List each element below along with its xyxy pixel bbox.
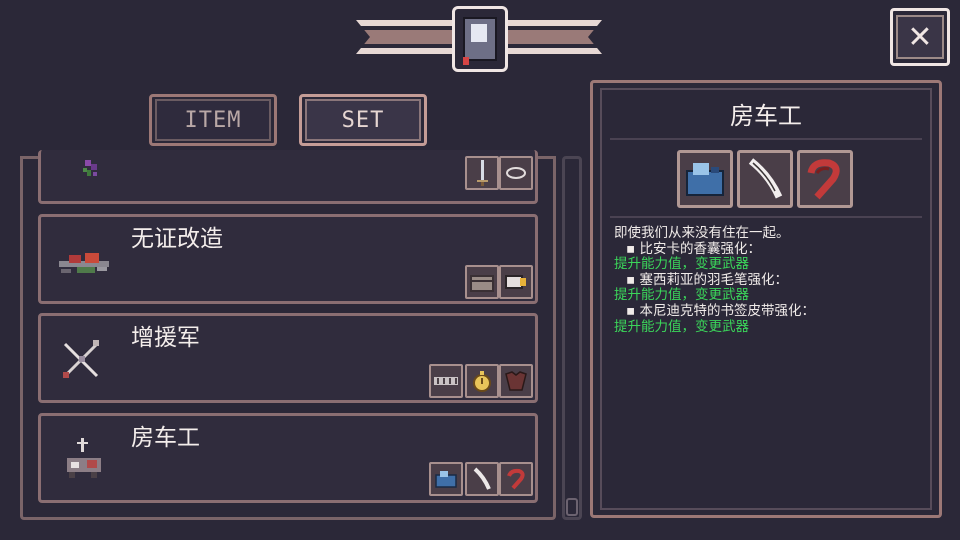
set-name: 增援军 <box>131 325 200 351</box>
sachet-icon[interactable] <box>677 150 733 208</box>
set-effect-description: 即使我们从来没有住在一起。 ▪ 比安卡的香囊强化： 提升能力值，变更武器 ▪ 塞… <box>614 225 924 335</box>
crossed-arrows-set-icon <box>57 336 109 382</box>
detail-set-title: 房车工 <box>730 102 802 130</box>
armor-icon <box>499 364 533 398</box>
pocket-watch-icon <box>465 364 499 398</box>
feather-quill-icon <box>465 462 499 496</box>
ammo-belt-icon <box>429 364 463 398</box>
tab-set[interactable]: SET <box>299 94 427 146</box>
set-card-flower-vine[interactable] <box>38 150 538 204</box>
banner-left-ribbon <box>356 20 452 54</box>
banner-right-ribbon <box>508 20 602 54</box>
close-x-icon: ✕ <box>896 15 944 59</box>
bonus-effect: 提升能力值，变更武器 <box>614 287 749 304</box>
bracelet-icon <box>499 156 533 190</box>
bonus-effect: 提升能力值，变更武器 <box>614 318 749 335</box>
set-card-reinforcements[interactable]: 增援军 <box>38 313 538 403</box>
chest-icon <box>465 265 499 299</box>
close-button[interactable]: ✕ <box>890 8 950 66</box>
sachet-icon <box>429 462 463 496</box>
bookmark-ribbon-icon[interactable] <box>797 150 853 208</box>
sword-icon <box>465 156 499 190</box>
bonus-line: ▪ 塞西莉亚的羽毛笔强化： <box>626 271 788 288</box>
set-card-caravan-crew[interactable]: 房车工 <box>38 413 538 503</box>
feather-quill-icon[interactable] <box>737 150 793 208</box>
bonus-effect: 提升能力值，变更武器 <box>614 256 749 273</box>
scrollbar-track[interactable] <box>562 156 582 520</box>
set-name: 房车工 <box>131 425 200 451</box>
tab-set-label: SET <box>305 99 421 141</box>
journal-book-icon <box>452 6 508 72</box>
gadget-set-icon <box>57 237 109 283</box>
camera-icon <box>499 265 533 299</box>
tab-item-label: ITEM <box>155 99 271 141</box>
bookmark-ribbon-icon <box>499 462 533 496</box>
caravan-set-icon <box>57 436 109 482</box>
flower-vine-set-icon <box>57 154 97 184</box>
tab-item[interactable]: ITEM <box>149 94 277 146</box>
scrollbar-thumb[interactable] <box>566 498 578 516</box>
bonus-line: ▪ 比安卡的香囊强化： <box>626 240 761 257</box>
flavor-text: 即使我们从来没有住在一起。 <box>614 225 790 241</box>
bonus-line: ▪ 本尼迪克特的书签皮带强化： <box>626 302 815 319</box>
set-name: 无证改造 <box>131 226 223 252</box>
set-card-unlicensed-mod[interactable]: 无证改造 <box>38 214 538 304</box>
